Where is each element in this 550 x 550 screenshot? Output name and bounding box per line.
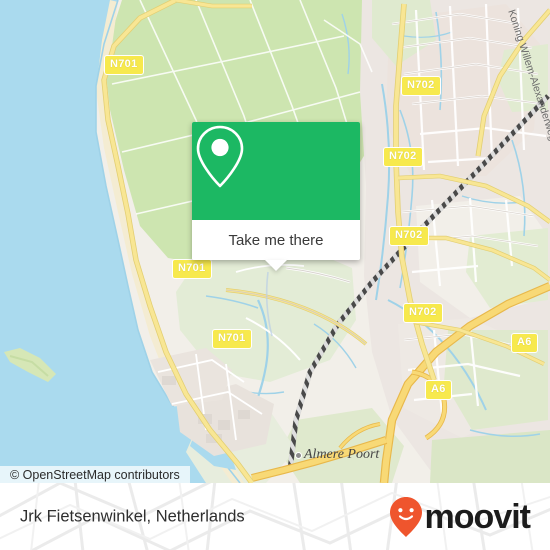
page-title: Jrk Fietsenwinkel, Netherlands bbox=[20, 507, 245, 525]
road-shield-a6-2[interactable]: A6 bbox=[425, 380, 452, 400]
location-pin-icon bbox=[196, 125, 244, 188]
road-shield-n701-2[interactable]: N701 bbox=[172, 259, 212, 279]
moovit-brand[interactable]: moovit bbox=[389, 496, 531, 538]
popup-pointer bbox=[265, 260, 287, 271]
location-popup-card[interactable]: Take me there bbox=[192, 122, 360, 271]
road-shield-a6-1[interactable]: A6 bbox=[511, 333, 538, 353]
moovit-map-screenshot: N701 N702 N702 N702 N702 N701 N701 A6 A6… bbox=[0, 0, 550, 550]
road-shield-n702-3[interactable]: N702 bbox=[389, 226, 429, 246]
moovit-pin-smiley-icon bbox=[389, 496, 422, 537]
road-shield-n701-1[interactable]: N701 bbox=[104, 55, 144, 75]
take-me-there-button[interactable]: Take me there bbox=[192, 220, 360, 260]
road-shield-n702-4[interactable]: N702 bbox=[403, 303, 443, 323]
footer-bar: Jrk Fietsenwinkel, Netherlands moovit bbox=[0, 483, 550, 550]
road-shield-n702-2[interactable]: N702 bbox=[383, 147, 423, 167]
moovit-wordmark: moovit bbox=[424, 497, 531, 536]
road-shield-n702-1[interactable]: N702 bbox=[401, 76, 441, 96]
road-shield-n701-3[interactable]: N701 bbox=[212, 329, 252, 349]
popup-icon-area bbox=[192, 122, 360, 220]
place-label-almere-poort: Almere Poort bbox=[304, 447, 380, 462]
place-dot-almere-poort bbox=[295, 452, 302, 459]
take-me-there-label: Take me there bbox=[228, 231, 324, 249]
map-canvas[interactable]: N701 N702 N702 N702 N702 N701 N701 A6 A6… bbox=[0, 0, 550, 483]
